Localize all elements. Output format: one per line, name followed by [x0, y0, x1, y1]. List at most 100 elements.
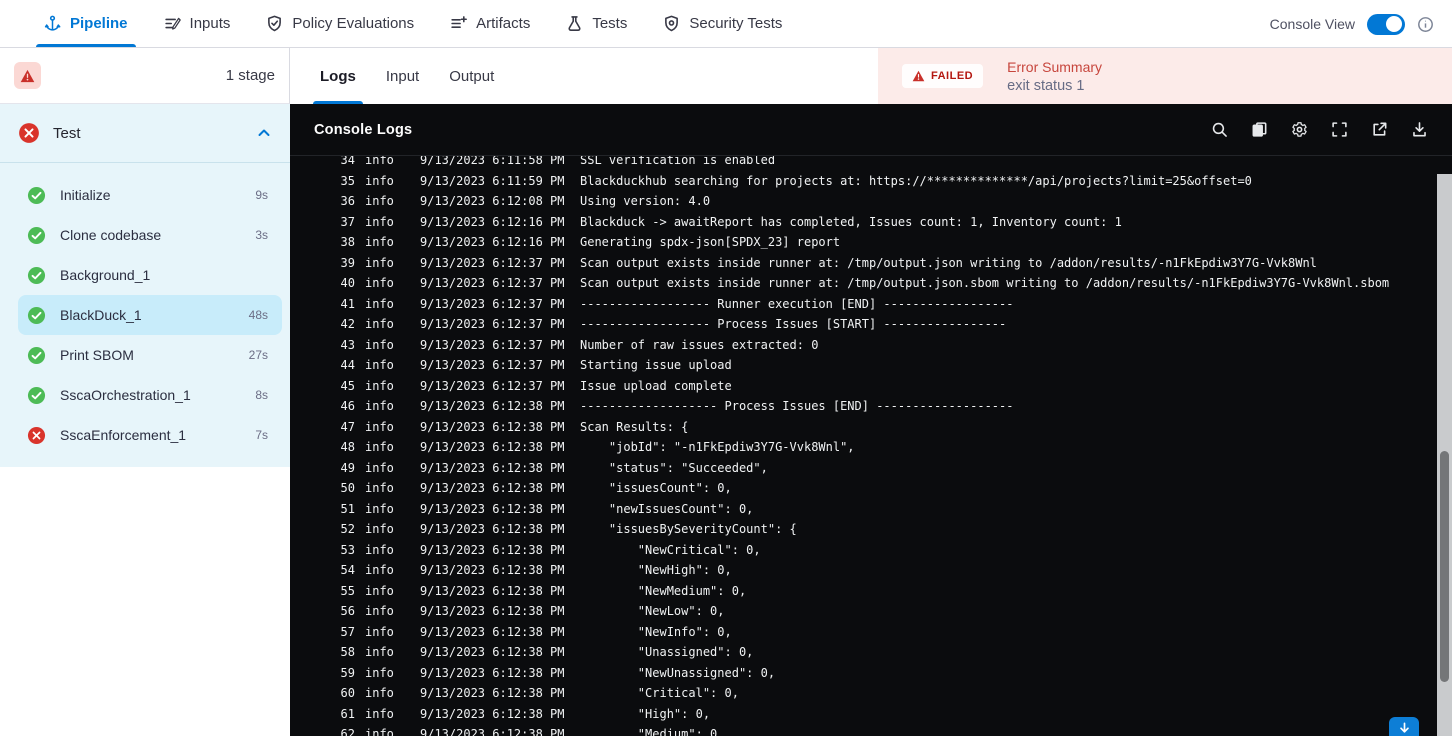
log-line: 41 info 9/13/2023 6:12:37 PM --------------…	[290, 294, 1437, 315]
stage-header[interactable]: Test	[0, 104, 290, 162]
log-line-number: 35	[340, 173, 355, 188]
log-level: info	[365, 481, 394, 496]
log-line-number: 44	[340, 358, 355, 373]
log-line-number: 55	[340, 583, 355, 598]
step-item-initialize[interactable]: Initialize 9s	[18, 175, 282, 215]
log-timestamp: 9/13/2023 6:12:37 PM	[420, 317, 565, 332]
log-line: 50 info 9/13/2023 6:12:38 PM "issuesCount"…	[290, 478, 1437, 499]
log-level: info	[365, 583, 394, 598]
inputs-icon	[164, 15, 181, 32]
x-circle-icon	[27, 426, 46, 445]
log-line-number: 52	[340, 522, 355, 537]
log-message: "status": "Succeeded",	[580, 460, 768, 475]
nav-tab-artifacts[interactable]: Artifacts	[450, 0, 530, 47]
log-level: info	[365, 173, 394, 188]
log-line: 38 info 9/13/2023 6:12:16 PM Generating spd…	[290, 232, 1437, 253]
log-message: "NewLow": 0,	[580, 604, 725, 619]
search-icon[interactable]	[1211, 121, 1228, 138]
info-icon[interactable]	[1417, 16, 1434, 33]
log-message: "Critical": 0,	[580, 686, 739, 701]
log-line-number: 40	[340, 276, 355, 291]
nav-tab-policy-evaluations[interactable]: Policy Evaluations	[266, 0, 414, 47]
log-line-number: 57	[340, 624, 355, 639]
nav-tab-security-tests[interactable]: Security Tests	[663, 0, 782, 47]
settings-icon[interactable]	[1291, 121, 1308, 138]
step-duration: 27s	[248, 348, 268, 362]
step-item-sscaenforcement_1[interactable]: SscaEnforcement_1 7s	[18, 415, 282, 455]
scroll-to-bottom-button[interactable]	[1389, 717, 1419, 736]
error-summary-bar: FAILED Error Summary exit status 1	[878, 48, 1452, 104]
check-circle-icon	[27, 346, 46, 365]
log-timestamp: 9/13/2023 6:12:37 PM	[420, 337, 565, 352]
log-line: 40 info 9/13/2023 6:12:37 PM Scan output ex…	[290, 273, 1437, 294]
log-timestamp: 9/13/2023 6:11:58 PM	[420, 156, 565, 168]
console-view-label: Console View	[1269, 16, 1355, 32]
step-name: SscaOrchestration_1	[60, 387, 191, 403]
log-level: info	[365, 522, 394, 537]
console-view-toggle[interactable]	[1367, 13, 1405, 35]
check-circle-icon	[27, 386, 46, 405]
log-timestamp: 9/13/2023 6:12:38 PM	[420, 645, 565, 660]
toggle-knob	[1386, 16, 1402, 32]
log-timestamp: 9/13/2023 6:12:38 PM	[420, 686, 565, 701]
log-tab-output[interactable]: Output	[449, 48, 494, 104]
step-item-print-sbom[interactable]: Print SBOM 27s	[18, 335, 282, 375]
log-timestamp: 9/13/2023 6:12:37 PM	[420, 358, 565, 373]
log-line: 43 info 9/13/2023 6:12:37 PM Number of raw …	[290, 335, 1437, 356]
step-item-sscaorchestration_1[interactable]: SscaOrchestration_1 8s	[18, 375, 282, 415]
console-log-viewport[interactable]: 34 info 9/13/2023 6:11:58 PM SSL verificati…	[290, 156, 1437, 736]
nav-tab-tests[interactable]: Tests	[566, 0, 627, 47]
log-line-number: 56	[340, 604, 355, 619]
log-line-number: 41	[340, 296, 355, 311]
log-level: info	[365, 156, 394, 168]
log-line-number: 62	[340, 727, 355, 736]
download-icon[interactable]	[1411, 121, 1428, 138]
log-message: ------------------ Runner execution [END…	[580, 296, 1014, 311]
log-message: "NewUnassigned": 0,	[580, 665, 776, 680]
fullscreen-icon[interactable]	[1331, 121, 1348, 138]
step-item-clone-codebase[interactable]: Clone codebase 3s	[18, 215, 282, 255]
open-in-new-icon[interactable]	[1371, 121, 1388, 138]
log-line: 59 info 9/13/2023 6:12:38 PM "NewUnassigne…	[290, 663, 1437, 684]
chevron-up-icon[interactable]	[256, 125, 272, 141]
step-list: Initialize 9s Clone codebase 3s Background_1…	[0, 163, 290, 455]
log-level: info	[365, 255, 394, 270]
log-message: Issue upload complete	[580, 378, 732, 393]
log-level: info	[365, 337, 394, 352]
log-timestamp: 9/13/2023 6:12:37 PM	[420, 255, 565, 270]
log-tab-logs[interactable]: Logs	[313, 48, 363, 104]
console-title: Console Logs	[314, 121, 413, 138]
copy-icon[interactable]	[1251, 121, 1268, 138]
log-level: info	[365, 624, 394, 639]
nav-tab-inputs[interactable]: Inputs	[164, 0, 231, 47]
log-tab-input[interactable]: Input	[386, 48, 419, 104]
log-level: info	[365, 276, 394, 291]
tests-icon	[566, 15, 583, 32]
nav-tab-label: Inputs	[189, 15, 231, 32]
stage-failed-icon	[18, 122, 40, 144]
log-line: 46 info 9/13/2023 6:12:38 PM --------------…	[290, 396, 1437, 417]
log-message: Blackduck -> awaitReport has completed, …	[580, 214, 1122, 229]
log-line: 44 info 9/13/2023 6:12:37 PM Starting issue…	[290, 355, 1437, 376]
log-timestamp: 9/13/2023 6:12:38 PM	[420, 706, 565, 721]
step-item-background_1[interactable]: Background_1	[18, 255, 282, 295]
log-line-number: 39	[340, 255, 355, 270]
stage-failed-warning-icon[interactable]	[14, 62, 41, 89]
top-nav-tabs: Pipeline Inputs Policy Evaluations Artifact…	[36, 0, 782, 47]
scrollbar-thumb[interactable]	[1440, 451, 1449, 682]
log-line-number: 42	[340, 317, 355, 332]
log-message: "Medium": 0	[580, 727, 718, 736]
step-item-blackduck_1[interactable]: BlackDuck_1 48s	[18, 295, 282, 335]
scrollbar-track[interactable]	[1437, 174, 1452, 736]
log-line: 53 info 9/13/2023 6:12:38 PM "NewCritical"…	[290, 540, 1437, 561]
log-level: info	[365, 604, 394, 619]
log-level: info	[365, 460, 394, 475]
log-line-number: 48	[340, 440, 355, 455]
log-line: 52 info 9/13/2023 6:12:38 PM "issuesBySeve…	[290, 519, 1437, 540]
log-level: info	[365, 214, 394, 229]
log-level: info	[365, 686, 394, 701]
log-timestamp: 9/13/2023 6:12:38 PM	[420, 542, 565, 557]
nav-tab-pipeline[interactable]: Pipeline	[36, 0, 136, 47]
log-level: info	[365, 317, 394, 332]
log-line: 39 info 9/13/2023 6:12:37 PM Scan output ex…	[290, 253, 1437, 274]
